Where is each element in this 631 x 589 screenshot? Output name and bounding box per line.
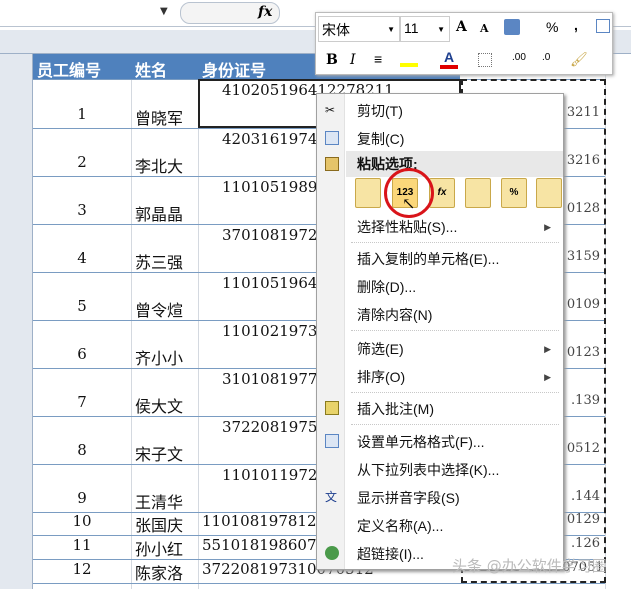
context-menu: ✂ 剪切(T) 复制(C) 粘贴选项: 123 fx % 选择性粘贴(S)... ▶…: [316, 93, 564, 570]
menu-item-pick-list[interactable]: 从下拉列表中选择(K)...: [317, 457, 563, 483]
bold-button[interactable]: B: [326, 52, 338, 68]
cell-employee-no[interactable]: 6: [33, 345, 131, 367]
format-painter-icon[interactable]: 🖌: [570, 51, 588, 68]
fill-color-icon[interactable]: [400, 51, 418, 67]
cell-name[interactable]: 侯大文: [135, 393, 198, 415]
menu-label: 定义名称(A)...: [357, 518, 444, 534]
menu-item-paste-special[interactable]: 选择性粘贴(S)... ▶: [317, 214, 563, 240]
menu-label: 设置单元格格式(F)...: [357, 434, 485, 450]
menu-item-define-name[interactable]: 定义名称(A)...: [317, 513, 563, 539]
paste-transpose-button[interactable]: [465, 178, 491, 208]
cell-name[interactable]: 孙小红: [135, 536, 198, 558]
grow-font-button[interactable]: A: [456, 19, 467, 35]
format-painter-table-icon[interactable]: [596, 19, 610, 33]
font-size-box[interactable]: 11 ▼: [400, 16, 450, 42]
hyperlink-icon: [325, 546, 339, 560]
cell-employee-no[interactable]: 11: [33, 536, 131, 558]
grid-line: [198, 54, 199, 589]
accounting-format-icon[interactable]: [504, 19, 520, 35]
cell-name[interactable]: 苏三强: [135, 249, 198, 271]
phonetic-icon: 文: [325, 490, 338, 504]
cell-name[interactable]: 齐小小: [135, 345, 198, 367]
cell-employee-no[interactable]: 4: [33, 249, 131, 271]
menu-label: 插入复制的单元格(E)...: [357, 251, 500, 267]
cell-employee-no[interactable]: 5: [33, 297, 131, 319]
mouse-cursor-icon: ↖: [402, 194, 416, 213]
menu-label: 删除(D)...: [357, 279, 417, 295]
menu-label: 显示拼音字段(S): [357, 490, 460, 506]
menu-item-phonetic[interactable]: 文 显示拼音字段(S): [317, 485, 563, 511]
cell-name[interactable]: 陈家洛: [135, 560, 198, 582]
cell-employee-no[interactable]: 9: [33, 489, 131, 511]
cell-employee-no[interactable]: 10: [33, 512, 131, 534]
menu-item-insert-comment[interactable]: 插入批注(M): [317, 396, 563, 422]
menu-label: 复制(C): [357, 131, 405, 147]
paste-link-button[interactable]: [536, 178, 562, 208]
paste-button[interactable]: [355, 178, 381, 208]
grid-line: [131, 54, 132, 589]
comment-icon: [325, 401, 339, 415]
menu-label: 从下拉列表中选择(K)...: [357, 462, 500, 478]
row-divider: [33, 583, 605, 584]
format-cells-icon: [325, 434, 339, 448]
menu-label: 排序(O): [357, 369, 406, 385]
name-box-dropdown-icon[interactable]: ▼: [160, 6, 168, 17]
menu-item-filter[interactable]: 筛选(E) ▶: [317, 336, 563, 362]
cell-name[interactable]: 曾令煊: [135, 297, 198, 319]
shrink-font-button[interactable]: A: [480, 22, 489, 35]
menu-item-cut[interactable]: ✂ 剪切(T): [317, 98, 563, 124]
menu-label: 超链接(I)...: [357, 546, 424, 562]
paste-options-heading: 粘贴选项:: [346, 151, 563, 177]
menu-label: 筛选(E): [357, 341, 404, 357]
cell-name[interactable]: 郭晶晶: [135, 201, 198, 223]
font-size: 11: [404, 20, 419, 36]
cell-name[interactable]: 宋子文: [135, 441, 198, 463]
menu-item-format-cells[interactable]: 设置单元格格式(F)...: [317, 429, 563, 455]
menu-label: 剪切(T): [357, 103, 403, 119]
borders-icon[interactable]: [478, 53, 492, 67]
center-align-icon[interactable]: ≡: [374, 51, 382, 67]
copy-icon: [325, 131, 339, 145]
insert-function-button[interactable]: fx: [258, 4, 272, 20]
header-employee-no[interactable]: 员工编号: [33, 54, 131, 80]
font-color-icon[interactable]: A: [440, 49, 458, 69]
scissors-icon: ✂: [325, 103, 336, 117]
cell-name[interactable]: 曾晓军: [135, 105, 198, 127]
cell-employee-no[interactable]: 1: [33, 105, 131, 127]
submenu-arrow-icon: ▶: [544, 372, 551, 382]
cell-employee-no[interactable]: 8: [33, 441, 131, 463]
cell-name[interactable]: 李北大: [135, 153, 198, 175]
italic-button[interactable]: I: [350, 52, 356, 68]
menu-label: 插入批注(M): [357, 401, 434, 417]
mini-toolbar: 宋体 ▼ 11 ▼ A A % , B I ≡ A .00 .0 🖌: [315, 12, 613, 75]
paste-icon: [325, 157, 339, 171]
font-name: 宋体: [322, 22, 350, 38]
cell-name[interactable]: 张国庆: [135, 512, 198, 534]
header-name[interactable]: 姓名: [131, 54, 198, 80]
menu-item-insert-copied[interactable]: 插入复制的单元格(E)...: [317, 246, 563, 272]
percent-button[interactable]: %: [546, 19, 558, 35]
menu-item-sort[interactable]: 排序(O) ▶: [317, 364, 563, 390]
comma-button[interactable]: ,: [574, 17, 578, 33]
cell-employee-no[interactable]: 12: [33, 560, 131, 582]
submenu-arrow-icon: ▶: [544, 222, 551, 232]
menu-label: 选择性粘贴(S)...: [357, 219, 458, 235]
increase-decimal-button[interactable]: .00: [512, 52, 526, 63]
cell-employee-no[interactable]: 7: [33, 393, 131, 415]
cell-name[interactable]: 王清华: [135, 489, 198, 511]
paste-formatting-button[interactable]: %: [501, 178, 527, 208]
menu-item-clear[interactable]: 清除内容(N): [317, 302, 563, 328]
cell-employee-no[interactable]: 3: [33, 201, 131, 223]
menu-item-copy[interactable]: 复制(C): [317, 126, 563, 152]
submenu-arrow-icon: ▶: [544, 344, 551, 354]
font-name-box[interactable]: 宋体 ▼: [318, 16, 400, 42]
decrease-decimal-button[interactable]: .0: [542, 52, 550, 63]
menu-item-delete[interactable]: 删除(D)...: [317, 274, 563, 300]
row-headers: [0, 54, 33, 589]
menu-label: 清除内容(N): [357, 307, 433, 323]
watermark: 头条 @办公软件学习圈: [452, 557, 607, 575]
cell-employee-no[interactable]: 2: [33, 153, 131, 175]
